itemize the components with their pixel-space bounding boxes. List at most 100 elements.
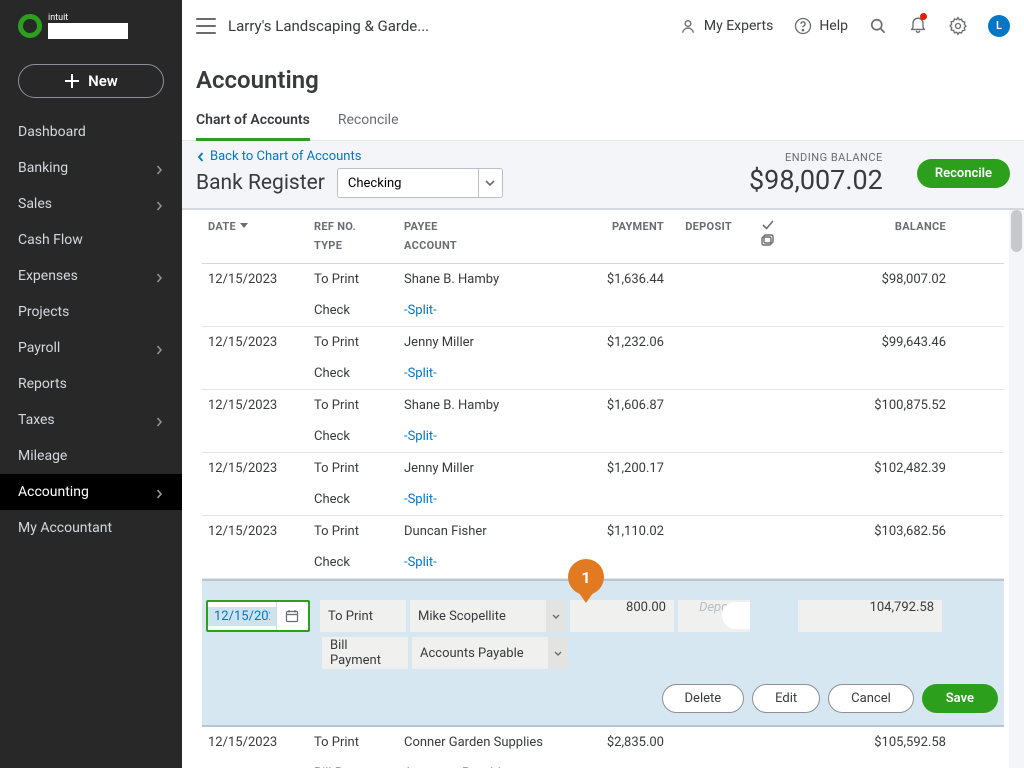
cancel-button[interactable]: Cancel <box>828 684 914 713</box>
sidebar-item-label: Taxes <box>18 412 55 428</box>
date-input[interactable] <box>206 600 310 632</box>
tab-reconcile[interactable]: Reconcile <box>338 104 399 141</box>
sidebar-item-dashboard[interactable]: Dashboard <box>0 114 182 150</box>
cell-type: Check <box>314 303 404 318</box>
account-select-input[interactable] <box>338 172 478 195</box>
cell-payment: $1,232.06 <box>564 335 672 350</box>
col-account-header: ACCOUNT <box>404 239 564 252</box>
sidebar-item-my-accountant[interactable]: My Accountant <box>0 510 182 546</box>
cell-payee: Shane B. Hamby <box>404 272 564 287</box>
ending-balance-value: $98,007.02 <box>749 164 883 196</box>
sidebar-item-label: Reports <box>18 376 67 392</box>
col-date-header[interactable]: DATE <box>208 220 248 233</box>
type-cell[interactable]: Bill Payment <box>322 637 408 669</box>
context-bar: Back to Chart of Accounts Bank Register <box>182 141 1024 210</box>
brand: intuit quickbooks <box>0 0 182 52</box>
col-payee-header: PAYEE <box>404 220 564 233</box>
sidebar-item-projects[interactable]: Projects <box>0 294 182 330</box>
help-icon <box>793 16 813 36</box>
cell-account[interactable]: -Split- <box>404 555 564 570</box>
cell-account[interactable]: -Split- <box>404 303 564 318</box>
sidebar-item-taxes[interactable]: Taxes <box>0 402 182 438</box>
cell-payment: $1,200.17 <box>564 461 672 476</box>
scrollbar[interactable] <box>1009 210 1024 768</box>
edit-button[interactable]: Edit <box>752 684 820 713</box>
ending-balance: ENDING BALANCE $98,007.02 <box>749 151 883 196</box>
scrollbar-thumb[interactable] <box>1011 210 1022 252</box>
table-row[interactable]: 12/15/2023To PrintShane B. Hamby$1,606.8… <box>202 390 1004 453</box>
help-link[interactable]: Help <box>793 16 848 36</box>
account-dropdown[interactable] <box>548 637 568 669</box>
sidebar-item-expenses[interactable]: Expenses <box>0 258 182 294</box>
payee-cell[interactable]: Mike Scopellite <box>410 600 566 632</box>
avatar[interactable]: L <box>988 15 1010 37</box>
cell-ref: To Print <box>314 398 404 413</box>
table-row[interactable]: 12/15/2023To PrintJenny Miller$1,232.06$… <box>202 327 1004 390</box>
account-select-dropdown[interactable] <box>478 169 502 197</box>
sidebar-item-label: Cash Flow <box>18 232 83 248</box>
sidebar-item-payroll[interactable]: Payroll <box>0 330 182 366</box>
ending-balance-label: ENDING BALANCE <box>749 151 883 164</box>
ref-cell[interactable]: To Print <box>320 600 406 632</box>
account-cell[interactable]: Accounts Payable <box>412 637 568 669</box>
sidebar: intuit quickbooks New Dashboard Banking Sa… <box>0 0 182 768</box>
deposit-cell[interactable]: Deposit <box>678 600 750 632</box>
balance-cell[interactable]: 104,792.58 <box>798 600 942 632</box>
back-link-label: Back to Chart of Accounts <box>210 149 361 164</box>
menu-icon[interactable] <box>196 18 216 34</box>
calendar-icon[interactable] <box>276 602 306 630</box>
search-icon[interactable] <box>868 16 888 36</box>
tabs: Chart of Accounts Reconcile <box>182 98 1024 141</box>
chevron-down-icon <box>554 651 562 656</box>
cell-payee: Duncan Fisher <box>404 524 564 539</box>
reconcile-button[interactable]: Reconcile <box>917 159 1010 188</box>
new-button[interactable]: New <box>18 64 164 98</box>
cell-payee: Jenny Miller <box>404 335 564 350</box>
chevron-down-icon <box>552 614 560 619</box>
cell-ref: To Print <box>314 272 404 287</box>
sidebar-item-reports[interactable]: Reports <box>0 366 182 402</box>
edit-row: 1 To Print Mike Scopellite <box>202 579 1004 727</box>
sidebar-item-mileage[interactable]: Mileage <box>0 438 182 474</box>
sidebar-item-label: Accounting <box>18 484 89 500</box>
sidebar-item-sales[interactable]: Sales <box>0 186 182 222</box>
col-balance-header: BALANCE <box>796 220 952 233</box>
cell-date: 12/15/2023 <box>202 272 314 287</box>
sidebar-item-banking[interactable]: Banking <box>0 150 182 186</box>
table-row[interactable]: 12/15/2023To PrintShane B. Hamby$1,636.4… <box>202 264 1004 327</box>
cell-account[interactable]: -Split- <box>404 366 564 381</box>
account-select[interactable] <box>337 168 503 198</box>
payment-cell[interactable]: 800.00 <box>570 600 674 632</box>
back-link[interactable]: Back to Chart of Accounts <box>196 149 503 164</box>
tab-chart-of-accounts[interactable]: Chart of Accounts <box>196 104 310 141</box>
gear-icon[interactable] <box>948 16 968 36</box>
sidebar-item-accounting[interactable]: Accounting <box>0 474 182 510</box>
cell-balance: $98,007.02 <box>796 272 952 287</box>
register-header: DATE REF NO. TYPE PAYEE ACCOUNT PAYMENT … <box>202 210 1004 264</box>
cell-account[interactable]: -Split- <box>404 492 564 507</box>
sidebar-item-label: Expenses <box>18 268 78 284</box>
cell-date: 12/15/2023 <box>202 735 314 750</box>
cell-account[interactable]: -Split- <box>404 429 564 444</box>
table-row[interactable]: 12/15/2023To PrintJenny Miller$1,200.17$… <box>202 453 1004 516</box>
date-field[interactable] <box>208 607 276 626</box>
cell-payment: $1,636.44 <box>564 272 672 287</box>
cell-balance: $99,643.46 <box>796 335 952 350</box>
sidebar-item-label: Dashboard <box>18 124 86 140</box>
sidebar-item-label: Banking <box>18 160 68 176</box>
table-row[interactable]: 12/15/2023 To Print Conner Garden Suppli… <box>202 727 1004 768</box>
cell-ref: To Print <box>314 335 404 350</box>
chevron-right-icon <box>154 163 164 173</box>
check-icon <box>762 220 774 230</box>
payee-dropdown[interactable] <box>546 600 566 632</box>
sidebar-item-cash-flow[interactable]: Cash Flow <box>0 222 182 258</box>
cell-payment: $2,835.00 <box>564 735 672 750</box>
callout-marker: 1 <box>568 559 608 599</box>
delete-button[interactable]: Delete <box>662 684 745 713</box>
company-selector[interactable]: Larry's Landscaping & Garde... <box>228 17 429 35</box>
cell-ref: To Print <box>314 461 404 476</box>
my-experts-link[interactable]: My Experts <box>678 16 773 36</box>
save-button[interactable]: Save <box>922 684 998 713</box>
sidebar-item-label: Sales <box>18 196 52 212</box>
notifications-button[interactable] <box>908 14 928 38</box>
